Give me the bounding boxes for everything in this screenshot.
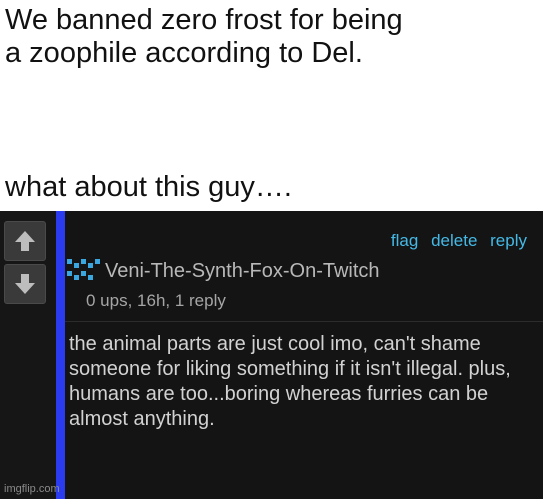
imgflip-watermark: imgflip.com — [4, 483, 60, 495]
comment-meta: 0 ups, 16h, 1 reply — [86, 291, 226, 310]
upvote-button[interactable] — [4, 221, 46, 261]
comment-accent-bar — [56, 211, 65, 499]
comment-actions: flag delete reply — [383, 231, 527, 251]
comment-username[interactable]: Veni-The-Synth-Fox-On-Twitch — [105, 259, 380, 283]
downvote-button[interactable] — [4, 264, 46, 304]
reply-link[interactable]: reply — [490, 231, 527, 250]
caption-top: We banned zero frost for being a zoophil… — [5, 4, 403, 69]
caption-bottom: what about this guy…. — [5, 171, 292, 203]
comment-divider — [65, 321, 543, 322]
arrow-up-icon — [15, 231, 35, 251]
vote-column — [0, 211, 56, 499]
flag-link[interactable]: flag — [391, 231, 418, 250]
arrow-down-icon — [15, 274, 35, 294]
pixel-avatar-icon[interactable] — [65, 259, 101, 283]
delete-link[interactable]: delete — [431, 231, 477, 250]
comment-screenshot: flag delete reply Veni-The-Synth-Fox-On- — [0, 211, 543, 499]
comment-card: flag delete reply Veni-The-Synth-Fox-On- — [65, 211, 543, 499]
comment-body: the animal parts are just cool imo, can'… — [69, 333, 511, 430]
